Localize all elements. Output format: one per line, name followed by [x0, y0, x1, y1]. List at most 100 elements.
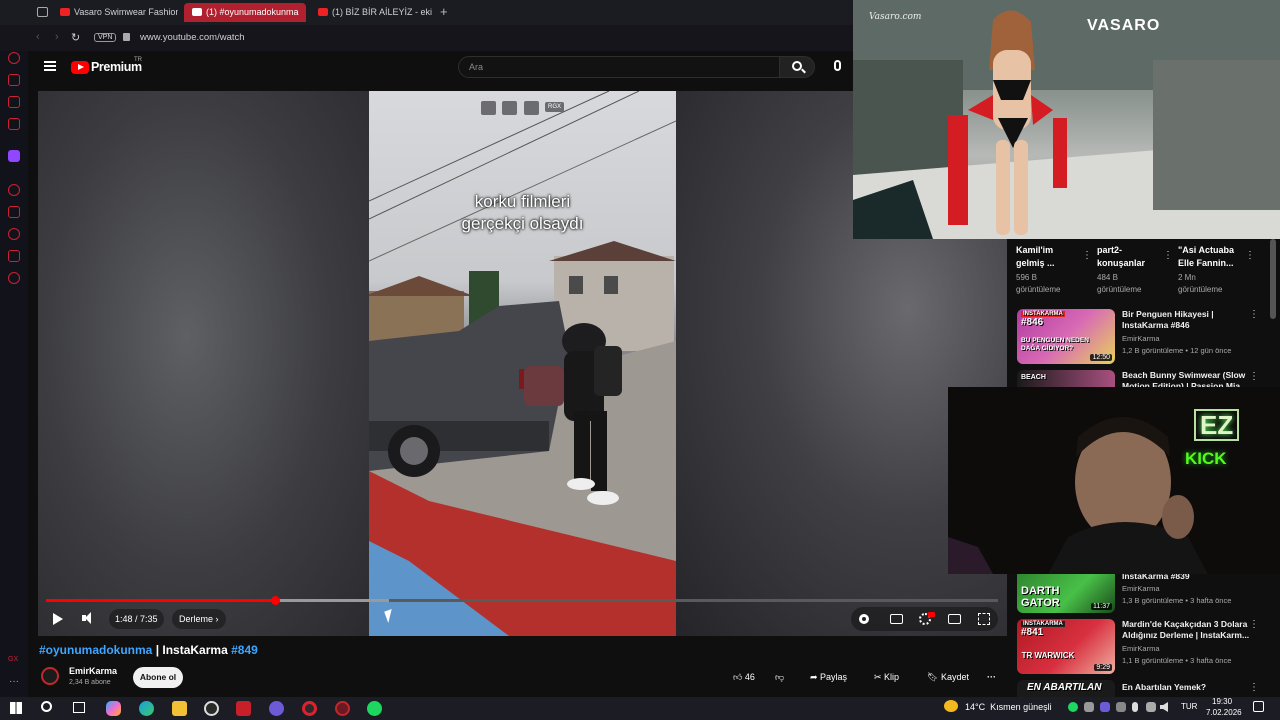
kebab-menu-icon[interactable]: ⋮	[1249, 309, 1259, 320]
scrollbar[interactable]	[1270, 239, 1276, 319]
theater-mode-icon[interactable]	[948, 614, 961, 624]
weather-icon[interactable]	[944, 700, 958, 712]
more-actions-button[interactable]: ···	[987, 667, 1003, 688]
opera-icon[interactable]	[302, 701, 317, 716]
sidebar-extensions-icon[interactable]	[8, 250, 20, 262]
weather-text[interactable]: 14°C Kısmen güneşli	[965, 702, 1052, 712]
speaker-icon[interactable]	[1160, 702, 1168, 712]
scissors-icon: ✂	[874, 672, 885, 682]
short-card[interactable]: "Asi Actuaba Elle Fannin... 2 Mn görüntü…	[1178, 244, 1244, 296]
chapter-button[interactable]: Derleme ›	[172, 609, 226, 629]
new-tab-button[interactable]: +	[440, 4, 448, 19]
file-explorer-icon[interactable]	[172, 701, 187, 716]
progress-played	[46, 599, 275, 602]
play-button[interactable]	[53, 613, 63, 625]
pip-icon[interactable]	[502, 101, 517, 115]
title-hashtag[interactable]: #oyunumadokunma	[39, 643, 152, 657]
clip-button[interactable]: ✂ Klip	[874, 667, 914, 688]
copilot-icon[interactable]	[106, 701, 121, 716]
save-button[interactable]: 🔖︎ Kaydet	[927, 667, 977, 688]
autoplay-toggle[interactable]	[859, 614, 869, 624]
subtitles-icon[interactable]	[890, 614, 903, 624]
subscribe-button[interactable]: Abone ol	[133, 667, 183, 688]
sidebar-news-icon[interactable]	[8, 118, 20, 130]
short-card[interactable]: Kamil'im gelmiş ... 596 B görüntüleme	[1016, 244, 1080, 296]
back-arrow-icon[interactable]: ‹	[36, 31, 40, 43]
clock-date[interactable]: 7.02.2026	[1206, 708, 1242, 717]
sidebar-history-icon[interactable]	[8, 228, 20, 240]
sidebar-bag-icon[interactable]	[8, 74, 20, 86]
like-button[interactable]: 👍︎ 46	[727, 667, 767, 688]
kebab-menu-icon[interactable]: ⋮	[1245, 250, 1255, 261]
notification-icon[interactable]	[1253, 701, 1264, 712]
popout-icon[interactable]	[481, 101, 496, 115]
sidebar-settings-icon[interactable]	[8, 272, 20, 284]
input-language[interactable]: TUR	[1181, 702, 1197, 711]
channel-avatar[interactable]	[41, 667, 59, 685]
vpn-badge[interactable]: VPN	[94, 33, 117, 42]
tray-app-icon[interactable]	[1100, 702, 1110, 712]
discord-icon[interactable]	[269, 701, 284, 716]
title-number-hashtag[interactable]: #849	[231, 643, 258, 657]
voice-search-icon[interactable]	[834, 60, 841, 71]
runway-watermark: Vasaro.com	[869, 12, 922, 22]
taskbar-search-icon[interactable]	[41, 701, 52, 712]
recommendation-item[interactable]: EN ABARTILAN En Abartılan Yemek?	[1017, 680, 1267, 697]
tab-overview-icon[interactable]	[37, 7, 48, 17]
tray-app-icon[interactable]	[1146, 702, 1156, 712]
search-input[interactable]: Ara	[458, 56, 780, 78]
tray-app-icon[interactable]	[1116, 702, 1126, 712]
hamburger-menu-icon[interactable]	[44, 61, 56, 71]
sidebar-aria-icon[interactable]	[8, 52, 20, 64]
video-editor-icon[interactable]	[236, 701, 251, 716]
tab-biz-bir-aileyiz[interactable]: (1) BİZ BİR AİLEYİZ - ekip	[310, 3, 432, 22]
thumb-text: DARTH GATOR	[1021, 585, 1060, 609]
sidebar-bookmark-icon[interactable]	[8, 206, 20, 218]
fullscreen-icon[interactable]	[978, 613, 990, 625]
tray-app-icon[interactable]	[1068, 702, 1078, 712]
short-title: part2-	[1097, 245, 1123, 255]
sidebar-twitch-icon[interactable]	[8, 150, 20, 162]
recommendation-item[interactable]: INSTAKARMA #841 TR WARWICK 9:29 Mardin'd…	[1017, 619, 1267, 675]
sidebar-player-icon[interactable]	[8, 184, 20, 196]
clock-time[interactable]: 19:30	[1212, 697, 1232, 706]
video-scene	[369, 91, 676, 636]
tray-discord-icon[interactable]	[1084, 702, 1094, 712]
channel-name[interactable]: EmirKarma	[69, 666, 117, 676]
tab-oyunumadokunma[interactable]: (1) #oyunumadokunma	[184, 3, 306, 22]
reload-icon[interactable]: ↻	[71, 31, 80, 44]
volume-icon[interactable]	[82, 612, 94, 624]
kebab-menu-icon[interactable]: ⋮	[1082, 250, 1092, 261]
microphone-icon[interactable]	[1132, 702, 1138, 712]
kebab-menu-icon[interactable]: ⋮	[1249, 619, 1259, 630]
opera-gx-icon[interactable]	[335, 701, 350, 716]
task-view-icon[interactable]	[73, 702, 85, 713]
video-duration: 12:50	[1090, 354, 1112, 361]
kebab-menu-icon[interactable]: ⋮	[1249, 371, 1259, 382]
kebab-menu-icon[interactable]: ⋮	[1163, 250, 1173, 261]
dislike-button[interactable]: 👎︎	[775, 667, 791, 688]
edge-icon[interactable]	[139, 701, 154, 716]
skip-icon[interactable]	[524, 101, 539, 115]
url-field[interactable]: www.youtube.com/watch	[140, 32, 245, 43]
player-blur-left	[38, 91, 369, 636]
sidebar-messenger-icon[interactable]	[8, 96, 20, 108]
tab-vasaro[interactable]: Vasaro Swimwear Fashion	[52, 3, 178, 22]
sidebar-gx-icon[interactable]: GX	[8, 656, 18, 663]
search-button[interactable]	[779, 56, 815, 78]
kebab-menu-icon[interactable]: ⋮	[1249, 682, 1259, 693]
windows-start-icon[interactable]	[10, 702, 22, 714]
title-text: | InstaKarma	[152, 643, 232, 657]
spotify-icon[interactable]	[367, 701, 382, 716]
progress-scrubber[interactable]	[271, 596, 280, 605]
clip-label: Klip	[884, 672, 900, 682]
short-card[interactable]: part2- konuşanlar 484 B görüntüleme	[1097, 244, 1161, 296]
rgx-badge[interactable]: RGX	[545, 102, 565, 112]
recommendation-item[interactable]: INSTAKARMA #846 BU PENGUEN NEDEN DAĞA Gİ…	[1017, 309, 1267, 365]
forward-arrow-icon[interactable]: ›	[55, 31, 59, 43]
sidebar-more-icon[interactable]: ···	[9, 676, 19, 687]
share-button[interactable]: ➦ Paylaş	[810, 667, 860, 688]
obs-icon[interactable]	[204, 701, 219, 716]
video-frame[interactable]	[369, 91, 676, 636]
tray-icons[interactable]	[1068, 701, 1168, 714]
